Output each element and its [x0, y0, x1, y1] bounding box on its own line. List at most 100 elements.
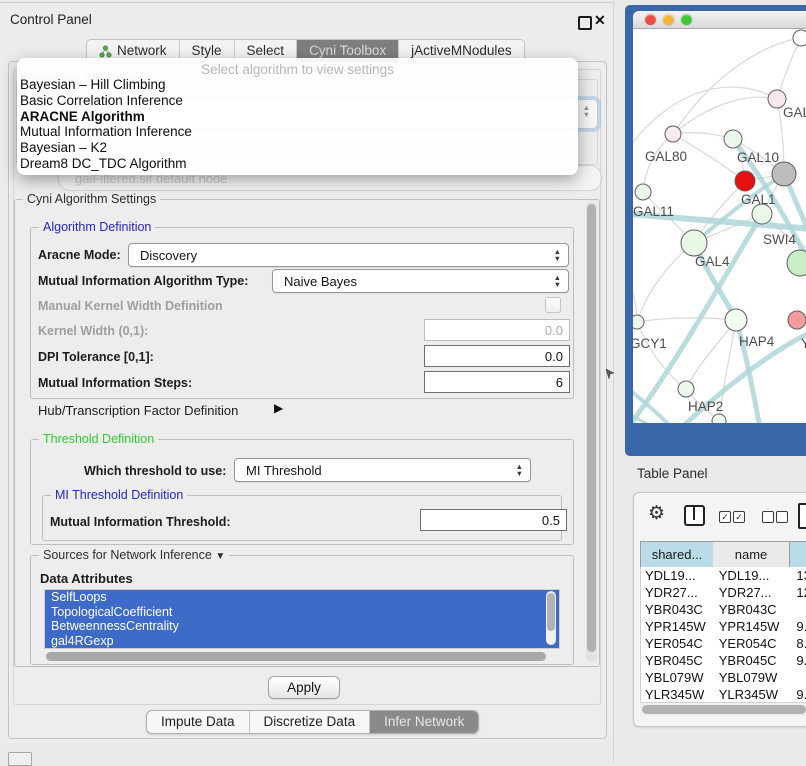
attr-list-scrollbar[interactable] [546, 591, 556, 645]
data-attribute-item[interactable]: SelfLoops [45, 590, 559, 605]
table-hscrollbar-thumb[interactable] [642, 705, 806, 714]
column-header-shared[interactable]: shared... [640, 541, 714, 568]
network-node[interactable] [681, 230, 707, 256]
unchecked-checkbox-icon[interactable] [776, 511, 788, 523]
manual-kernel-checkbox[interactable] [545, 297, 561, 313]
table-row[interactable]: YER054CYER054C8. [641, 635, 806, 652]
algorithm-select-popup: Select algorithm to view settings Bayesi… [17, 58, 578, 175]
network-edge[interactable] [633, 87, 777, 149]
attr-list-scrollbar-thumb[interactable] [547, 593, 555, 631]
column-header-a[interactable]: A [790, 541, 806, 568]
mi-steps-input[interactable]: 6 [424, 371, 570, 393]
algorithm-option-bayesian-k2[interactable]: Bayesian – K2 [17, 140, 578, 156]
network-node[interactable] [788, 311, 806, 329]
dpi-tolerance-input[interactable]: 0.0 [424, 345, 570, 367]
table-panel-title: Table Panel [637, 466, 708, 481]
table-cell [792, 669, 806, 686]
zoom-traffic-light[interactable] [681, 14, 692, 25]
algorithm-option-dream8-dc-tdc-algorithm[interactable]: Dream8 DC_TDC Algorithm [17, 156, 578, 172]
table-cell: YDR27... [715, 584, 793, 601]
network-view-window[interactable]: GALGAL80GAL10GAL1GAL11GAL4SWI4GCY1HAP4YH… [625, 5, 806, 456]
network-graph[interactable]: GALGAL80GAL10GAL1GAL11GAL4SWI4GCY1HAP4YH… [633, 29, 806, 423]
control-panel: Control Panel ✕ NetworkStyleSelectCyni T… [0, 3, 613, 743]
checked-checkbox-icon[interactable]: ✓ [719, 511, 731, 523]
expand-arrow-icon[interactable]: ▶ [274, 401, 283, 415]
network-node[interactable] [635, 184, 651, 200]
table-cell: YBR045C [715, 652, 793, 669]
table-row[interactable]: YLR345WYLR345W9. [641, 686, 806, 703]
table-row[interactable]: YBL079WYBL079W [641, 669, 806, 686]
tab-discretize-data[interactable]: Discretize Data [250, 711, 371, 733]
settings-scrollbar-thumb[interactable] [587, 204, 596, 652]
combo-stepper-icon: ▲▼ [583, 104, 590, 118]
which-threshold-combo[interactable]: MI Threshold ▲▼ [234, 458, 531, 482]
network-node[interactable] [752, 204, 772, 224]
kernel-width-input[interactable]: 0.0 [424, 319, 570, 341]
network-node[interactable] [665, 126, 681, 142]
column-header-name[interactable]: name [713, 541, 790, 568]
network-node[interactable] [725, 309, 747, 331]
gear-icon[interactable]: ⚙ [648, 502, 665, 525]
network-edge[interactable] [637, 318, 736, 322]
network-canvas[interactable]: GALGAL80GAL10GAL1GAL11GAL4SWI4GCY1HAP4YH… [633, 29, 806, 423]
mi-type-combo[interactable]: Naive Bayes ▲▼ [272, 269, 569, 293]
tab-impute-data[interactable]: Impute Data [147, 711, 250, 733]
algorithm-option-bayesian-hill-climbing[interactable]: Bayesian – Hill Climbing [17, 77, 578, 93]
network-edge[interactable] [673, 97, 777, 134]
data-attribute-item[interactable]: TopologicalCoefficient [45, 605, 559, 620]
network-node[interactable] [772, 162, 796, 186]
cyni-settings-title: Cyni Algorithm Settings [23, 192, 160, 206]
network-edge[interactable] [777, 38, 801, 99]
close-traffic-light[interactable] [645, 14, 656, 25]
algorithm-option-mutual-information-inference[interactable]: Mutual Information Inference [17, 124, 578, 140]
float-window-icon[interactable] [578, 16, 592, 30]
combo-stepper-icon: ▲▼ [516, 463, 523, 477]
network-edge[interactable] [637, 243, 694, 322]
network-node-label: GAL1 [741, 192, 776, 207]
tab-infer-network[interactable]: Infer Network [370, 711, 478, 733]
algorithm-option-basic-correlation-inference[interactable]: Basic Correlation Inference [17, 93, 578, 109]
mi-threshold-input[interactable]: 0.5 [420, 509, 567, 531]
data-attributes-list[interactable]: SelfLoopsTopologicalCoefficientBetweenne… [44, 589, 560, 649]
network-node-label: GAL10 [737, 150, 779, 165]
unchecked-checkbox-icon[interactable] [762, 511, 774, 523]
network-node[interactable] [724, 130, 742, 148]
network-icon [99, 45, 112, 58]
corner-widget-icon[interactable] [8, 752, 32, 766]
settings-scrollbar[interactable] [586, 202, 597, 662]
data-attribute-item[interactable]: gal4RGexp [45, 634, 559, 649]
table-row[interactable]: YDR27...YDR27...12 [641, 584, 806, 601]
which-threshold-label: Which threshold to use: [84, 464, 226, 478]
table-row[interactable]: YBR043CYBR043C [641, 601, 806, 618]
attr-list-hscrollbar[interactable] [44, 651, 558, 662]
network-node[interactable] [735, 171, 755, 191]
table-row[interactable]: YPR145WYPR145W9. [641, 618, 806, 635]
table-row[interactable]: YBR045CYBR045C9. [641, 652, 806, 669]
table-row[interactable]: YDL19...YDL19...13 [641, 567, 806, 584]
panel-divider[interactable] [613, 0, 614, 762]
popup-placeholder: Select algorithm to view settings [17, 58, 578, 77]
aracne-mode-combo[interactable]: Discovery ▲▼ [128, 243, 569, 267]
network-window-titlebar[interactable] [633, 11, 806, 29]
table-cell: YLR345W [641, 686, 715, 703]
table-cell: 9. [792, 652, 806, 669]
document-icon[interactable] [798, 503, 806, 529]
algorithm-option-aracne-algorithm[interactable]: ARACNE Algorithm [17, 109, 578, 125]
attr-list-hscrollbar-thumb[interactable] [46, 652, 546, 661]
data-attribute-item[interactable]: BetweennessCentrality [45, 619, 559, 634]
network-node[interactable] [712, 414, 726, 423]
network-node[interactable] [678, 381, 694, 397]
table-hscrollbar[interactable] [640, 702, 806, 716]
network-node-label: GAL11 [633, 204, 674, 219]
split-columns-icon[interactable] [684, 505, 705, 526]
network-node[interactable] [633, 315, 644, 329]
checked-checkbox-icon[interactable]: ✓ [733, 511, 745, 523]
minimize-traffic-light[interactable] [663, 14, 674, 25]
hub-definition-label[interactable]: Hub/Transcription Factor Definition [38, 403, 238, 418]
collapse-arrow-icon[interactable]: ▼ [215, 551, 225, 562]
close-icon[interactable]: ✕ [594, 12, 606, 29]
network-node[interactable] [793, 30, 806, 46]
network-node[interactable] [787, 250, 806, 276]
sources-group-title: Sources for Network Inference ▼ [39, 548, 229, 562]
apply-button[interactable]: Apply [268, 676, 340, 699]
